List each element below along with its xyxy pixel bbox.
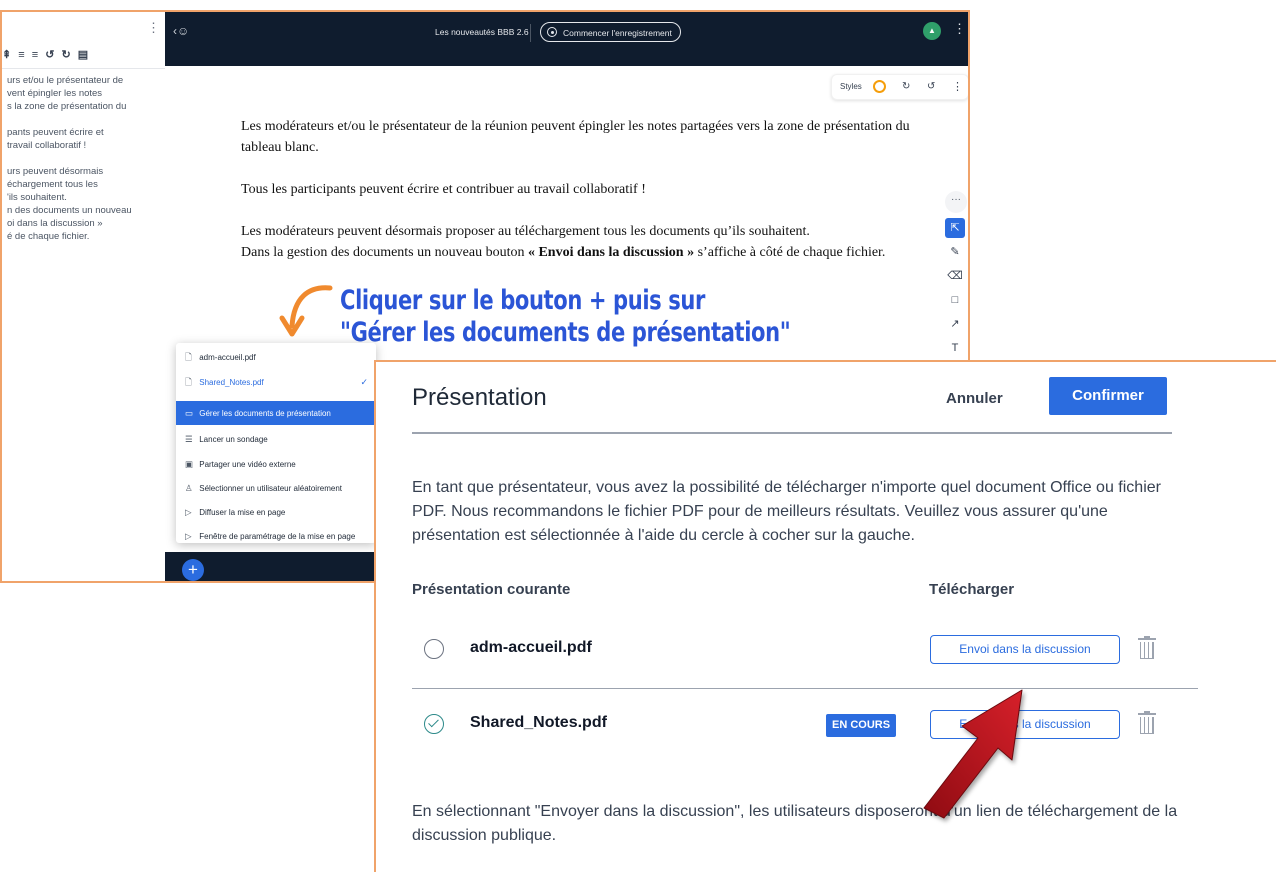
menu-item-label: Diffuser la mise en page — [199, 508, 286, 517]
red-arrow-annotation-icon — [923, 689, 1023, 819]
paragraph: Les modérateurs et/ou le présentateur de… — [241, 119, 910, 155]
menu-item-adm-accueil[interactable]: 🗋 adm-accueil.pdf — [176, 345, 376, 369]
notes-options-icon[interactable]: ⋮ — [147, 20, 160, 36]
cancel-button[interactable]: Annuler — [946, 390, 1003, 407]
menu-item-label: adm-accueil.pdf — [199, 353, 256, 362]
more-tools-icon[interactable]: ··· — [945, 191, 967, 213]
top-bar: ‹☺ Les nouveautés BBB 2.6 Commencer l'en… — [165, 12, 968, 66]
download-header: Télécharger — [929, 581, 1015, 598]
rectangle-icon[interactable]: □ — [945, 290, 965, 310]
paragraph-line: Dans la gestion des documents un nouveau… — [241, 245, 528, 260]
menu-item-label: Partager une vidéo externe — [199, 460, 296, 469]
menu-item-label: Fenêtre de paramétrage de la mise en pag… — [199, 532, 356, 541]
check-circle-icon: ✓ — [360, 377, 368, 387]
menu-item-random-user[interactable]: ♙ Sélectionner un utilisateur aléatoirem… — [176, 476, 376, 500]
paragraph-line: s’affiche à côté de chaque fichier. — [694, 245, 886, 260]
radio-button[interactable] — [424, 639, 444, 659]
meeting-title: Les nouveautés BBB 2.6 — [435, 27, 529, 37]
file-name: Shared_Notes.pdf — [470, 714, 607, 731]
redo-icon[interactable]: ↻ — [902, 81, 910, 92]
options-menu-icon[interactable]: ⋮ — [953, 21, 966, 37]
dialog-note: En sélectionnant "Envoyer dans la discus… — [412, 803, 1178, 844]
user-icon: ♙ — [185, 483, 193, 493]
annotation-line: Cliquer sur le bouton + puis sur — [340, 285, 706, 316]
annotation-line: "Gérer les documents de présentation" — [340, 317, 791, 348]
menu-item-shared-notes[interactable]: 🗋 Shared_Notes.pdf ✓ — [176, 370, 376, 394]
file-row: Shared_Notes.pdf EN COURS Envoi dans la … — [412, 696, 1198, 756]
radio-checked-icon[interactable] — [424, 714, 444, 734]
paragraph: Tous les participants peuvent écrire et … — [241, 182, 646, 197]
file-icon: 🗋 — [185, 352, 192, 362]
file-name: adm-accueil.pdf — [470, 639, 592, 656]
menu-item-label: Shared_Notes.pdf — [199, 378, 264, 387]
menu-item-external-video[interactable]: ▣ Partager une vidéo externe — [176, 452, 376, 476]
menu-item-label: Lancer un sondage — [199, 435, 268, 444]
dialog-title: Présentation — [412, 384, 547, 411]
shared-notes-panel: ⋮ ⇞ ≡ ≡ ↺ ↻ ▤ urs et/ou le présentateur … — [2, 12, 166, 581]
divider — [2, 68, 165, 69]
menu-item-label: Sélectionner un utilisateur aléatoiremen… — [199, 484, 342, 493]
file-icon: 🗋 — [185, 377, 192, 387]
send-to-chat-button[interactable]: Envoi dans la discussion — [930, 635, 1120, 664]
trash-icon[interactable] — [1138, 711, 1156, 735]
paragraph-bold: « Envoi dans la discussion » — [527, 245, 695, 260]
record-icon — [547, 27, 557, 37]
broadcast-icon: ▷ — [185, 507, 192, 517]
trash-icon[interactable] — [1138, 636, 1156, 660]
menu-item-manage-presentations[interactable]: ▭ Gérer les documents de présentation — [176, 401, 376, 425]
divider — [412, 688, 1198, 689]
presentation-dialog: Présentation Annuler Confirmer En tant q… — [374, 360, 1276, 872]
arrow-icon[interactable]: ↗ — [945, 314, 965, 334]
paragraph-line: Les modérateurs peuvent désormais propos… — [241, 224, 810, 239]
menu-item-poll[interactable]: ☰ Lancer un sondage — [176, 427, 376, 451]
text-icon[interactable]: T — [945, 338, 965, 358]
pencil-icon[interactable]: ✎ — [945, 242, 965, 262]
poll-icon: ☰ — [185, 434, 193, 444]
undo-icon[interactable]: ↺ — [927, 81, 935, 92]
actions-menu: 🗋 adm-accueil.pdf 🗋 Shared_Notes.pdf ✓ ▭… — [176, 343, 376, 543]
select-icon[interactable]: ⇱ — [945, 218, 965, 238]
menu-item-broadcast-layout[interactable]: ▷ Diffuser la mise en page — [176, 500, 376, 524]
curved-arrow-annotation-icon — [279, 285, 333, 337]
notes-toolbar[interactable]: ⇞ ≡ ≡ ↺ ↻ ▤ — [2, 48, 90, 61]
current-presentation-header: Présentation courante — [412, 581, 571, 598]
record-label: Commencer l'enregistrement — [563, 28, 672, 38]
broadcast-icon: ▷ — [185, 531, 192, 541]
presentation-icon: ▭ — [185, 408, 194, 418]
record-button[interactable]: Commencer l'enregistrement — [540, 22, 681, 42]
styles-toolbar: Styles ↻ ↺ ⋮ — [831, 74, 968, 100]
menu-item-label: Gérer les documents de présentation — [199, 409, 331, 418]
eraser-icon[interactable]: ⌫ — [945, 266, 965, 286]
notes-text[interactable]: urs et/ou le présentateur de vent épingl… — [7, 74, 165, 243]
dialog-description: En tant que présentateur, vous avez la p… — [412, 479, 1161, 544]
plus-button[interactable]: + — [182, 559, 204, 581]
connection-status-icon[interactable]: ▲ — [923, 22, 941, 40]
annotation-text: Cliquer sur le bouton + puis sur "Gérer … — [340, 285, 791, 349]
divider — [412, 432, 1172, 434]
paragraph: Les modérateurs peuvent désormais propos… — [241, 221, 911, 263]
file-row: adm-accueil.pdf Envoi dans la discussion — [412, 621, 1198, 681]
more-options-icon[interactable]: ⋮ — [952, 80, 963, 93]
whiteboard-text: Les modérateurs et/ou le présentateur de… — [241, 116, 911, 263]
styles-label[interactable]: Styles — [840, 82, 862, 91]
video-icon: ▣ — [185, 459, 194, 469]
user-list-toggle-icon[interactable]: ‹☺ — [173, 24, 189, 38]
status-badge: EN COURS — [826, 714, 897, 737]
menu-item-layout-settings[interactable]: ▷ Fenêtre de paramétrage de la mise en p… — [176, 524, 376, 548]
color-ring-icon[interactable] — [873, 80, 886, 93]
confirm-button[interactable]: Confirmer — [1049, 377, 1167, 415]
divider — [530, 24, 531, 42]
whiteboard-tools: ⇱ ✎ ⌫ □ ↗ T — [945, 218, 967, 362]
